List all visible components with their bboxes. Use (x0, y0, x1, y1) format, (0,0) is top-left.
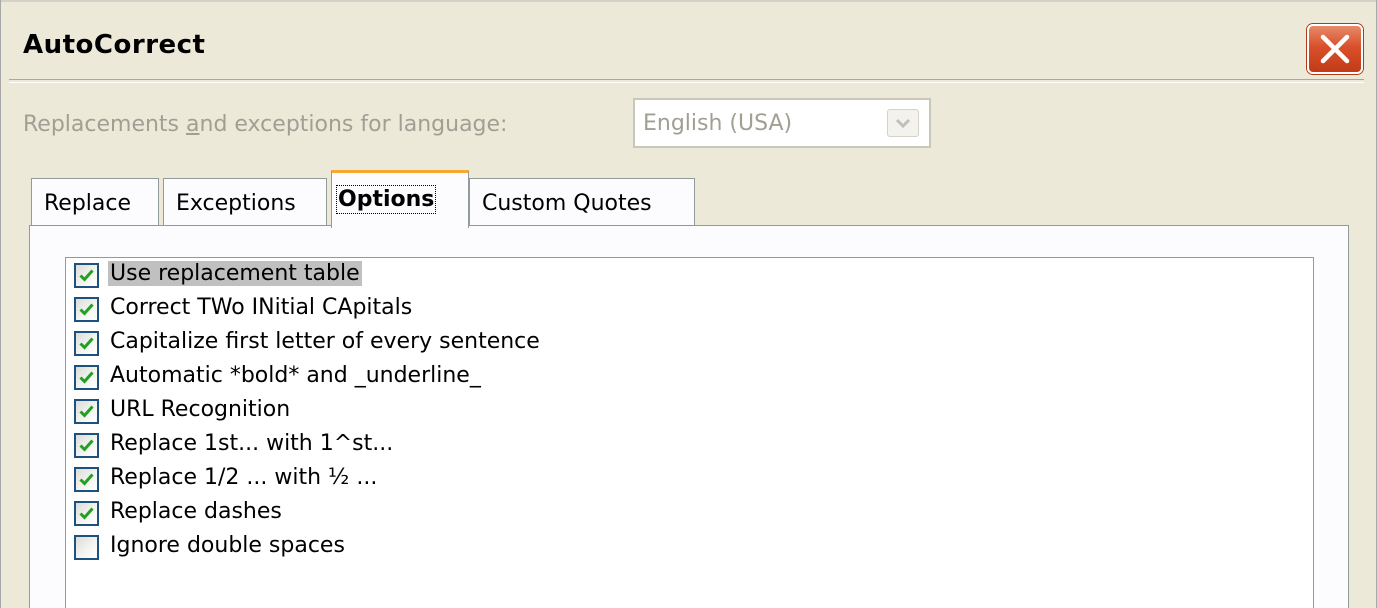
checkmark-icon (79, 269, 94, 282)
tab-label: Custom Quotes (482, 191, 652, 216)
list-item[interactable]: Automatic *bold* and _underline_ (74, 360, 1174, 394)
tab-label: Replace (44, 191, 132, 216)
dropdown-button[interactable] (887, 109, 919, 137)
option-label: Replace dashes (110, 499, 282, 524)
checkbox-automatic-bold-underline[interactable] (74, 365, 99, 390)
option-label: URL Recognition (110, 397, 291, 422)
list-item[interactable]: Ignore double spaces (74, 530, 1174, 564)
title-bar[interactable]: AutoCorrect (1, 0, 1376, 78)
checkmark-icon (79, 337, 94, 350)
options-list[interactable]: Use replacement table Correct TWo INitia… (65, 257, 1314, 608)
checkmark-icon (79, 439, 94, 452)
language-label: Replacements and exceptions for language… (23, 112, 508, 137)
tab-replace[interactable]: Replace (31, 178, 159, 226)
chevron-down-icon (895, 118, 911, 129)
checkbox-replace-dashes[interactable] (74, 501, 99, 526)
tab-exceptions[interactable]: Exceptions (163, 178, 327, 226)
close-button[interactable] (1307, 24, 1363, 74)
checkmark-icon (79, 473, 94, 486)
checkbox-url-recognition[interactable] (74, 399, 99, 424)
tab-custom-quotes[interactable]: Custom Quotes (469, 178, 695, 226)
tab-strip: Replace Exceptions Options Custom Quotes (31, 170, 1351, 228)
title-divider (9, 79, 1364, 83)
checkmark-icon (79, 371, 94, 384)
list-item[interactable]: Replace dashes (74, 496, 1174, 530)
checkbox-capitalize-first-letter[interactable] (74, 331, 99, 356)
list-item[interactable]: Replace 1st... with 1^st... (74, 428, 1174, 462)
checkmark-icon (79, 507, 94, 520)
language-select-value: English (USA) (643, 111, 793, 136)
option-label: Automatic *bold* and _underline_ (110, 363, 481, 388)
option-label: Use replacement table (108, 261, 362, 286)
language-select[interactable]: English (USA) (633, 98, 931, 148)
close-icon (1320, 34, 1350, 64)
checkbox-correct-two-initial-capitals[interactable] (74, 297, 99, 322)
autocorrect-dialog: AutoCorrect Replacements and exceptions … (0, 0, 1377, 608)
tab-label: Exceptions (176, 191, 296, 216)
tab-options[interactable]: Options (331, 170, 469, 228)
checkbox-use-replacement-table[interactable] (74, 263, 99, 288)
list-item[interactable]: Correct TWo INitial CApitals (74, 292, 1174, 326)
list-item[interactable]: URL Recognition (74, 394, 1174, 428)
checkbox-replace-ordinals[interactable] (74, 433, 99, 458)
list-item[interactable]: Use replacement table (74, 258, 1174, 292)
option-label: Replace 1/2 ... with ½ ... (110, 465, 378, 490)
list-item[interactable]: Capitalize first letter of every sentenc… (74, 326, 1174, 360)
option-label: Correct TWo INitial CApitals (110, 295, 413, 320)
option-label: Ignore double spaces (110, 533, 345, 558)
option-label: Capitalize first letter of every sentenc… (110, 329, 540, 354)
checkbox-replace-fractions[interactable] (74, 467, 99, 492)
checkmark-icon (79, 405, 94, 418)
tab-label: Options (335, 185, 437, 214)
list-item[interactable]: Replace 1/2 ... with ½ ... (74, 462, 1174, 496)
window-title: AutoCorrect (23, 30, 206, 60)
checkbox-ignore-double-spaces[interactable] (74, 535, 99, 560)
option-label: Replace 1st... with 1^st... (110, 431, 394, 456)
checkmark-icon (79, 303, 94, 316)
